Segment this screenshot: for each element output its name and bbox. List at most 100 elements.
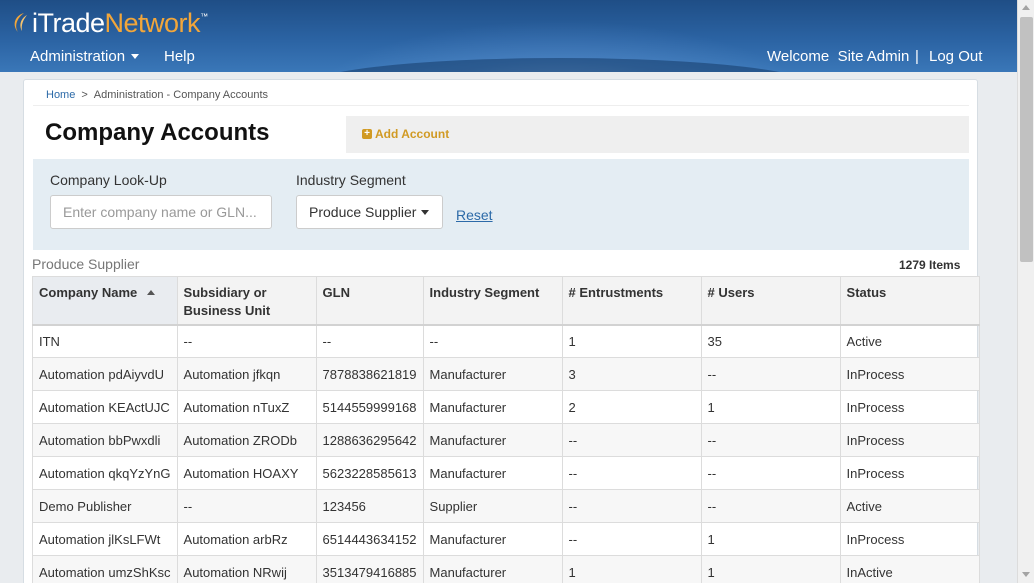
table-row: Automation umzShKsc Automation NRwij 351…	[32, 555, 980, 583]
table-header-row: Company Name Subsidiary or Business Unit …	[32, 276, 980, 326]
industry-segment-dropdown[interactable]: Produce Supplier	[296, 195, 443, 229]
add-account-button[interactable]: + Add Account	[362, 127, 449, 141]
table-row: Automation jlKsLFWt Automation arbRz 651…	[32, 522, 980, 556]
users-link[interactable]: --	[700, 423, 841, 457]
welcome-user: Welcome Site Admin	[767, 48, 910, 65]
breadcrumb-separator: >	[81, 89, 88, 101]
scroll-up-icon[interactable]	[1022, 5, 1030, 10]
status-cell: InProcess	[839, 456, 980, 490]
industry-cell: Manufacturer	[422, 555, 563, 583]
breadcrumb: Home > Administration - Company Accounts	[46, 89, 268, 101]
nav-help-link[interactable]: Help	[164, 48, 195, 65]
users-link[interactable]: 1	[700, 555, 841, 583]
caret-down-icon	[421, 209, 430, 215]
company-name-link[interactable]: Automation KEActUJC	[32, 390, 178, 424]
subsidiary-cell: Automation HOAXY	[176, 456, 317, 490]
company-name-link[interactable]: Automation pdAiyvdU	[32, 357, 178, 391]
page-scrollbar[interactable]	[1017, 0, 1034, 583]
users-link[interactable]: --	[700, 357, 841, 391]
gln-cell: 5623228585613	[315, 456, 424, 490]
table-row: ITN -- -- -- 1 35 Active	[32, 324, 980, 358]
industry-cell: --	[422, 324, 563, 358]
gln-cell: --	[315, 324, 424, 358]
gln-cell: 6514443634152	[315, 522, 424, 556]
table-row: Automation KEActUJC Automation nTuxZ 514…	[32, 390, 980, 424]
plus-icon: +	[362, 129, 372, 139]
company-name-link[interactable]: Automation jlKsLFWt	[32, 522, 178, 556]
users-link[interactable]: --	[700, 489, 841, 523]
gln-cell: 123456	[315, 489, 424, 523]
users-link[interactable]: 1	[700, 390, 841, 424]
entrustments-link[interactable]: --	[561, 456, 702, 490]
industry-cell: Manufacturer	[422, 522, 563, 556]
scroll-thumb[interactable]	[1020, 17, 1033, 262]
column-header-gln[interactable]: GLN	[315, 276, 424, 326]
logo-swoosh-icon	[14, 13, 27, 32]
column-header-company-name[interactable]: Company Name	[32, 276, 178, 326]
nav-administration-menu[interactable]: Administration	[30, 48, 140, 65]
column-header-users[interactable]: # Users	[700, 276, 841, 326]
status-cell: InActive	[839, 555, 980, 583]
column-header-industry-segment[interactable]: Industry Segment	[422, 276, 563, 326]
top-header: iTrade Network ™ Administration Help Welco…	[0, 0, 1017, 72]
itrade-logo[interactable]: iTrade Network ™	[10, 6, 208, 40]
column-header-label: Subsidiary or	[183, 285, 267, 300]
logo-trademark: ™	[200, 12, 209, 21]
logo-text-itrade: iTrade	[32, 7, 105, 38]
nav-separator: |	[915, 48, 919, 65]
table-row: Automation bbPwxdli Automation ZRODb 128…	[32, 423, 980, 457]
reset-filters-link[interactable]: Reset	[456, 207, 493, 223]
status-cell: Active	[839, 489, 980, 523]
industry-cell: Manufacturer	[422, 390, 563, 424]
sort-ascending-icon	[147, 289, 156, 295]
company-name-link[interactable]: Automation bbPwxdli	[32, 423, 178, 457]
table-row: Automation qkqYzYnG Automation HOAXY 562…	[32, 456, 980, 490]
entrustments-link[interactable]: --	[561, 489, 702, 523]
column-header-subsidiary[interactable]: Subsidiary or Business Unit	[176, 276, 317, 326]
page-title: Company Accounts	[45, 119, 270, 146]
entrustments-link[interactable]: 2	[561, 390, 702, 424]
company-name-link[interactable]: ITN	[32, 324, 178, 358]
logo-text-network: Network	[104, 7, 201, 38]
subsidiary-cell: Automation nTuxZ	[176, 390, 317, 424]
add-account-label: Add Account	[375, 127, 450, 141]
company-name-link[interactable]: Automation qkqYzYnG	[32, 456, 178, 490]
status-cell: InProcess	[839, 357, 980, 391]
caret-down-icon	[131, 53, 140, 59]
entrustments-link[interactable]: 1	[561, 324, 702, 358]
breadcrumb-home-link[interactable]: Home	[46, 89, 75, 101]
entrustments-link[interactable]: --	[561, 423, 702, 457]
industry-segment-label: Industry Segment	[296, 172, 406, 188]
breadcrumb-current: Administration - Company Accounts	[93, 89, 269, 101]
company-name-link[interactable]: Automation umzShKsc	[32, 555, 178, 583]
entrustments-link[interactable]: 1	[561, 555, 702, 583]
industry-cell: Manufacturer	[422, 456, 563, 490]
status-cell: Active	[839, 324, 980, 358]
nav-administration-label: Administration	[30, 48, 126, 65]
subsidiary-cell: --	[176, 324, 317, 358]
users-link[interactable]: --	[700, 456, 841, 490]
gln-cell: 1288636295642	[315, 423, 424, 457]
table-row: Demo Publisher -- 123456 Supplier -- -- …	[32, 489, 980, 523]
subsidiary-cell: Automation ZRODb	[176, 423, 317, 457]
status-cell: InProcess	[839, 390, 980, 424]
company-name-link[interactable]: Demo Publisher	[32, 489, 178, 523]
entrustments-link[interactable]: --	[561, 522, 702, 556]
status-cell: InProcess	[839, 423, 980, 457]
company-accounts-table: Company Name Subsidiary or Business Unit …	[32, 276, 980, 583]
company-search-input[interactable]	[50, 195, 272, 229]
users-link[interactable]: 1	[700, 522, 841, 556]
industry-cell: Manufacturer	[422, 423, 563, 457]
entrustments-link[interactable]: 3	[561, 357, 702, 391]
logout-link[interactable]: Log Out	[929, 48, 982, 65]
column-header-status[interactable]: Status	[839, 276, 980, 326]
gln-cell: 3513479416885	[315, 555, 424, 583]
scroll-down-icon[interactable]	[1022, 572, 1030, 577]
column-header-label: Company Name	[39, 285, 138, 300]
users-link[interactable]: 35	[700, 324, 841, 358]
segment-caption: Produce Supplier	[32, 256, 140, 272]
status-cell: InProcess	[839, 522, 980, 556]
company-lookup-label: Company Look-Up	[50, 172, 167, 188]
industry-cell: Manufacturer	[422, 357, 563, 391]
column-header-entrustments[interactable]: # Entrustments	[561, 276, 702, 326]
